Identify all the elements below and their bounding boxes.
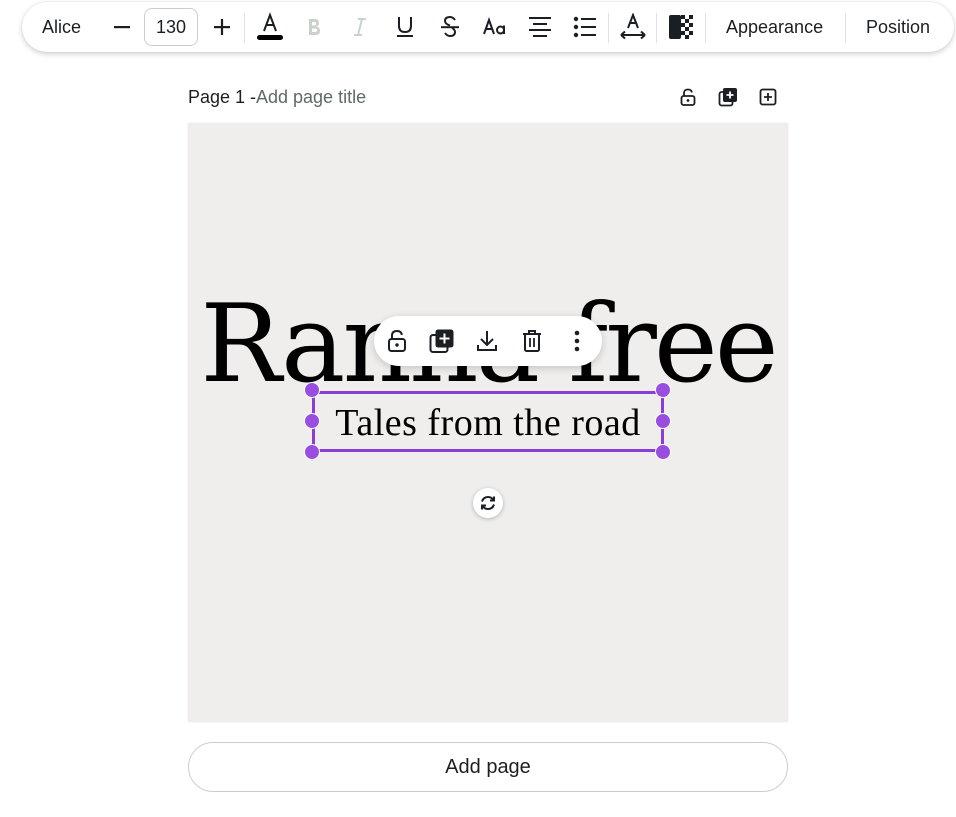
duplicate-page-button[interactable] (715, 84, 741, 110)
more-icon (574, 330, 580, 352)
appearance-button[interactable]: Appearance (712, 11, 837, 43)
duplicate-element-button[interactable] (425, 324, 459, 358)
text-formatting-toolbar: Alice 130 Appearance Position (22, 2, 954, 52)
resize-handle-bottom-left[interactable] (304, 444, 320, 460)
add-page-icon (759, 88, 777, 106)
position-button[interactable]: Position (854, 11, 942, 43)
resize-handle-top-right[interactable] (655, 382, 671, 398)
delete-element-button[interactable] (515, 324, 549, 358)
toolbar-divider (845, 13, 846, 43)
selection-box (312, 391, 664, 452)
trash-icon (523, 330, 541, 352)
italic-button[interactable] (343, 11, 377, 43)
bold-icon (309, 19, 320, 35)
page-title-input[interactable]: Add page title (256, 87, 366, 108)
strikethrough-icon (441, 15, 459, 38)
letter-case-button[interactable] (478, 11, 512, 43)
resize-handle-bottom-right[interactable] (655, 444, 671, 460)
plus-icon (214, 19, 230, 35)
align-center-button[interactable] (523, 11, 557, 43)
list-button[interactable] (568, 11, 602, 43)
page-number-label: Page 1 - (188, 87, 257, 107)
toolbar-divider (244, 13, 245, 43)
spacing-icon (620, 13, 646, 40)
toolbar-divider (705, 13, 706, 43)
font-family-dropdown[interactable]: Alice (30, 11, 93, 43)
lock-page-button[interactable] (675, 84, 701, 110)
resize-handle-right[interactable] (655, 413, 671, 429)
add-page-button[interactable]: Add page (188, 742, 788, 792)
add-page-icon-button[interactable] (755, 84, 781, 110)
text-color-icon (257, 12, 283, 40)
toolbar-divider (656, 13, 657, 43)
rotate-icon (481, 495, 495, 511)
duplicate-icon (429, 329, 454, 353)
text-color-button[interactable] (253, 11, 287, 43)
minus-icon (114, 26, 130, 29)
transparency-button[interactable] (664, 11, 698, 43)
element-context-menu (374, 316, 602, 366)
align-center-icon (529, 17, 551, 37)
resize-handle-top-left[interactable] (304, 382, 320, 398)
download-element-button[interactable] (470, 324, 504, 358)
bold-button[interactable] (297, 11, 331, 43)
increase-font-size-button[interactable] (206, 11, 238, 43)
spacing-button[interactable] (616, 11, 650, 43)
toolbar-divider (608, 13, 609, 43)
underline-icon (397, 17, 413, 37)
decrease-font-size-button[interactable] (106, 11, 138, 43)
lock-element-button[interactable] (380, 324, 414, 358)
italic-icon (354, 18, 366, 36)
lock-icon (388, 329, 406, 352)
design-canvas[interactable]: Ranna free Tales from the road (188, 123, 788, 722)
list-icon (573, 16, 596, 38)
download-icon (477, 331, 497, 351)
strikethrough-button[interactable] (433, 11, 467, 43)
font-size-input[interactable]: 130 (144, 8, 198, 46)
page-header: Page 1 - Add page title (188, 84, 788, 110)
underline-button[interactable] (388, 11, 422, 43)
lock-icon (680, 88, 696, 106)
letter-case-icon (483, 17, 505, 35)
transparency-icon (669, 15, 693, 39)
duplicate-page-icon (718, 88, 737, 107)
rotate-handle[interactable] (473, 488, 503, 518)
resize-handle-left[interactable] (304, 413, 320, 429)
more-options-button[interactable] (560, 324, 594, 358)
